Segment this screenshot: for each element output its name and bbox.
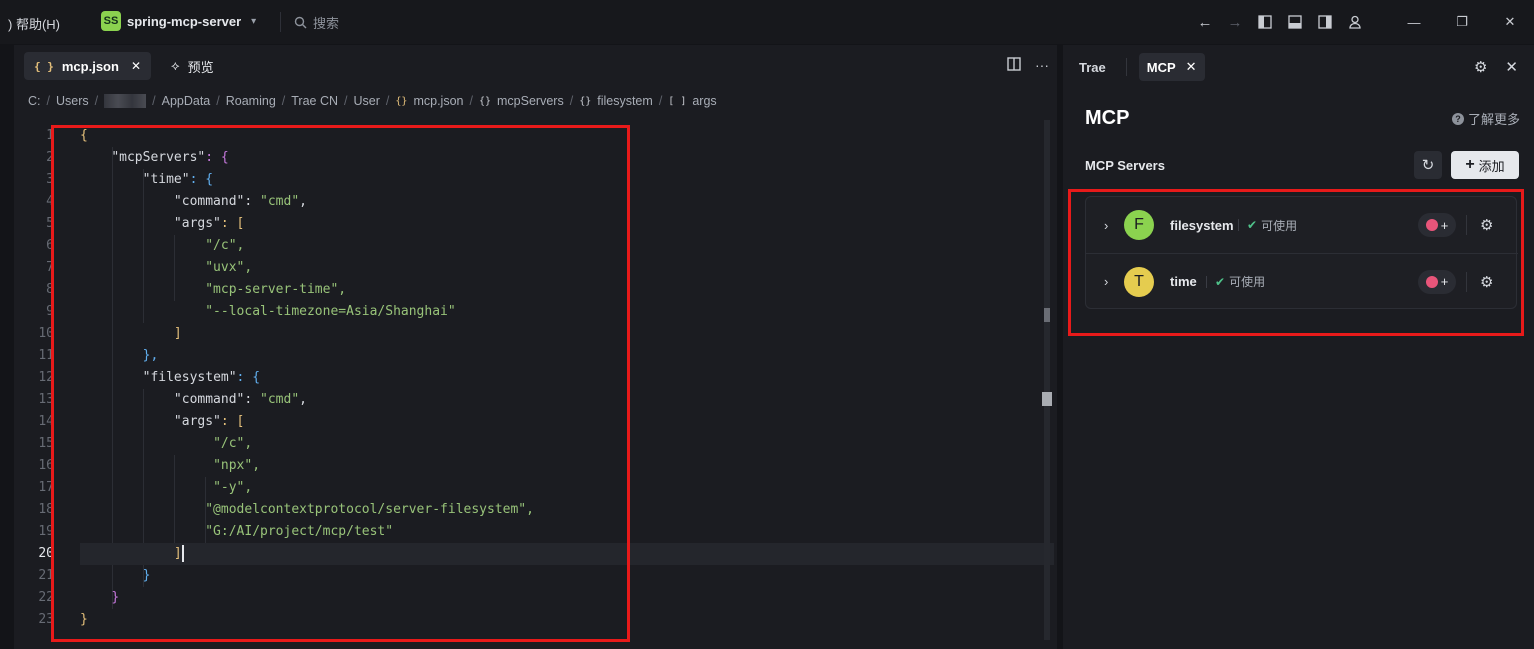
annotation-box-code: [51, 125, 630, 642]
tab-label: 预览: [187, 59, 214, 75]
array-icon: [ ]: [668, 95, 687, 107]
breadcrumb-file[interactable]: mcp.json: [413, 94, 463, 108]
toggle-left-panel-icon[interactable]: [1250, 7, 1280, 37]
chevron-down-icon: ▾: [251, 15, 257, 27]
tab-mcp-json[interactable]: { } mcp.json ✕: [24, 52, 152, 80]
panel-tabs: Trae MCP ✕: [1071, 53, 1205, 81]
mcp-panel: Trae MCP ✕ ⚙ ✕ MCP ? 了解更多 MCP Servers ↻ +…: [1063, 45, 1534, 649]
breadcrumb-users[interactable]: Users: [56, 94, 89, 108]
tab-mcp[interactable]: MCP ✕: [1138, 53, 1205, 81]
page-title: MCP: [1085, 107, 1130, 129]
breadcrumb: C: / Users / / AppData / Roaming / Trae CN / …: [28, 94, 717, 108]
back-arrow-icon[interactable]: ←: [1190, 7, 1220, 37]
breadcrumb-roaming[interactable]: Roaming: [226, 94, 276, 108]
account-icon[interactable]: [1340, 7, 1370, 37]
breadcrumb-appdata[interactable]: AppData: [162, 94, 211, 108]
object-icon: {}: [478, 95, 492, 107]
learn-more-link[interactable]: ? 了解更多: [1451, 109, 1520, 128]
tab-preview[interactable]: ⟡ 预览: [161, 52, 224, 80]
toggle-bottom-panel-icon[interactable]: [1280, 7, 1310, 37]
braces-icon: {}: [395, 95, 408, 107]
forward-arrow-icon[interactable]: →: [1220, 7, 1250, 37]
breadcrumb-node[interactable]: filesystem: [597, 94, 653, 108]
divider: [1125, 58, 1127, 76]
search-icon: [294, 16, 307, 29]
more-options-icon[interactable]: ···: [1035, 57, 1049, 74]
redacted-username: [104, 94, 147, 108]
gear-icon[interactable]: ⚙: [1474, 58, 1487, 76]
preview-icon: ⟡: [171, 58, 180, 73]
activity-strip: [0, 45, 14, 649]
breadcrumb-trae[interactable]: Trae CN: [291, 94, 338, 108]
close-window-icon[interactable]: ✕: [1486, 0, 1534, 44]
split-editor-icon[interactable]: [1007, 57, 1021, 74]
close-icon[interactable]: ✕: [1505, 58, 1518, 76]
breadcrumb-drive[interactable]: C:: [28, 94, 41, 108]
breadcrumb-user[interactable]: User: [354, 94, 380, 108]
vertical-scrollbar[interactable]: [1044, 120, 1050, 640]
braces-icon: { }: [34, 59, 54, 73]
plus-icon: +: [1465, 156, 1475, 173]
scrollbar-marker: [1042, 392, 1052, 406]
close-icon[interactable]: ✕: [1186, 59, 1197, 75]
breadcrumb-node[interactable]: args: [692, 94, 716, 108]
window-controls: ← → — ❐ ✕: [1190, 0, 1534, 44]
panel-actions: ⚙ ✕: [1474, 58, 1518, 76]
scrollbar-thumb[interactable]: [1044, 308, 1050, 322]
editor-actions: ···: [1007, 57, 1049, 74]
search-label: 搜索: [313, 16, 340, 31]
section-title: MCP Servers: [1085, 158, 1165, 173]
project-switcher[interactable]: SS spring-mcp-server ▾: [101, 11, 256, 31]
divider: [280, 12, 281, 32]
project-name: spring-mcp-server: [127, 13, 242, 29]
annotation-box-servers: [1068, 189, 1524, 336]
learn-more-label: 了解更多: [1467, 112, 1520, 127]
toggle-right-panel-icon[interactable]: [1310, 7, 1340, 37]
minimize-icon[interactable]: —: [1390, 0, 1438, 44]
help-menu[interactable]: ) 帮助(H): [8, 14, 60, 33]
breadcrumb-node[interactable]: mcpServers: [497, 94, 564, 108]
add-label: 添加: [1478, 158, 1505, 174]
refresh-icon: ↻: [1421, 157, 1435, 174]
project-badge: SS: [101, 11, 121, 31]
search-box[interactable]: 搜索: [294, 13, 339, 32]
tab-label: mcp.json: [61, 58, 119, 74]
refresh-button[interactable]: ↻: [1414, 151, 1442, 179]
editor-tabs: { } mcp.json ✕ ⟡ 预览: [14, 45, 1057, 87]
tab-trae[interactable]: Trae: [1071, 53, 1114, 81]
object-icon: {}: [579, 95, 592, 107]
title-bar: ) 帮助(H) SS spring-mcp-server ▾ 搜索 ← → — …: [0, 0, 1534, 44]
restore-icon[interactable]: ❐: [1438, 0, 1486, 44]
help-icon: ?: [1451, 112, 1464, 125]
close-icon[interactable]: ✕: [131, 59, 141, 73]
add-server-button[interactable]: + 添加: [1451, 151, 1519, 179]
